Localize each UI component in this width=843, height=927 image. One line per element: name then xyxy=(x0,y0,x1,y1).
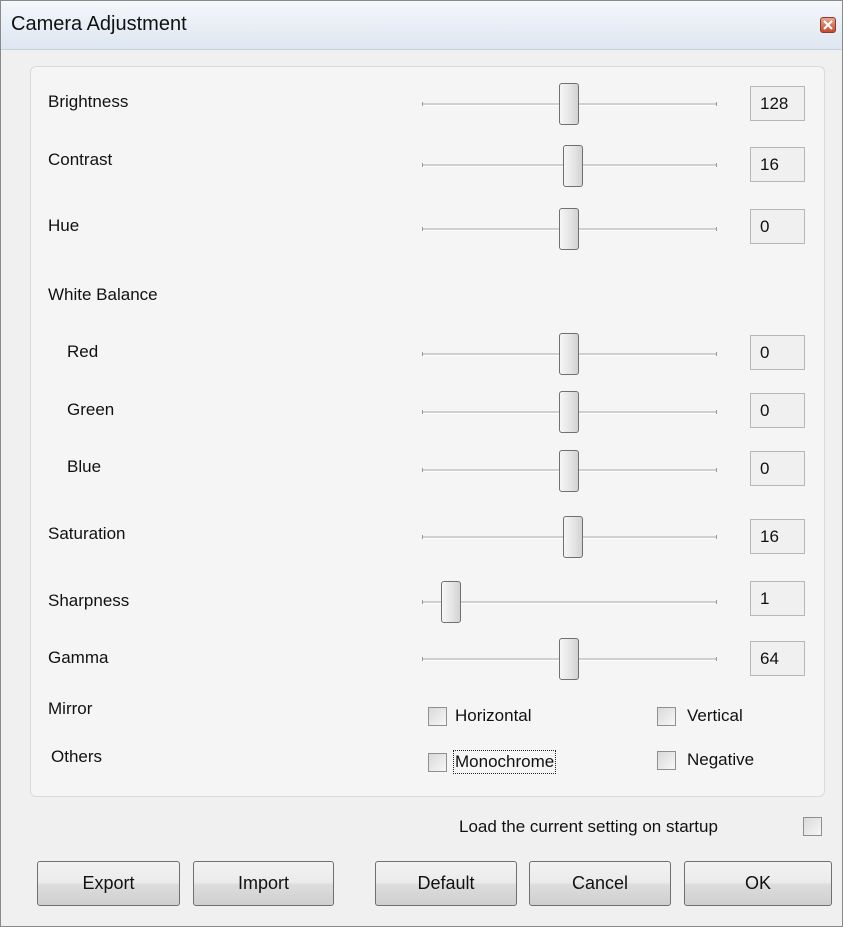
green-slider-thumb[interactable] xyxy=(559,391,579,433)
sharpness-label: Sharpness xyxy=(48,591,130,610)
red-label: Red xyxy=(67,342,99,361)
red-slider-thumb[interactable] xyxy=(559,333,579,375)
green-value[interactable]: 0 xyxy=(750,393,805,428)
saturation-value[interactable]: 16 xyxy=(750,519,805,554)
sharpness-slider-track[interactable] xyxy=(422,600,717,604)
brightness-label: Brightness xyxy=(48,92,129,111)
cancel-button[interactable]: Cancel xyxy=(529,861,671,906)
close-button[interactable] xyxy=(820,17,836,33)
horizontal-checkbox[interactable] xyxy=(428,707,447,726)
brightness-value[interactable]: 128 xyxy=(750,86,805,121)
blue-slider-thumb[interactable] xyxy=(559,450,579,492)
horizontal-checkbox-label[interactable]: Horizontal xyxy=(455,706,532,726)
close-icon xyxy=(823,20,833,30)
sharpness-value[interactable]: 1 xyxy=(750,581,805,616)
vertical-checkbox[interactable] xyxy=(657,707,676,726)
monochrome-checkbox[interactable] xyxy=(428,753,447,772)
negative-checkbox[interactable] xyxy=(657,751,676,770)
sharpness-slider-thumb[interactable] xyxy=(441,581,461,623)
import-button[interactable]: Import xyxy=(193,861,334,906)
settings-panel xyxy=(30,66,825,797)
gamma-label: Gamma xyxy=(48,648,109,667)
negative-checkbox-label[interactable]: Negative xyxy=(687,750,754,770)
blue-label: Blue xyxy=(67,457,102,476)
blue-value[interactable]: 0 xyxy=(750,451,805,486)
white-balance-label: White Balance xyxy=(48,285,158,304)
others-label: Others xyxy=(51,747,103,766)
vertical-checkbox-label[interactable]: Vertical xyxy=(687,706,743,726)
load-on-startup-label[interactable]: Load the current setting on startup xyxy=(459,817,718,837)
ok-button[interactable]: OK xyxy=(684,861,832,906)
hue-label: Hue xyxy=(48,216,80,235)
brightness-slider-thumb[interactable] xyxy=(559,83,579,125)
hue-value[interactable]: 0 xyxy=(750,209,805,244)
contrast-slider-thumb[interactable] xyxy=(563,145,583,187)
mirror-label: Mirror xyxy=(48,699,93,718)
load-on-startup-checkbox[interactable] xyxy=(803,817,822,836)
gamma-value[interactable]: 64 xyxy=(750,641,805,676)
saturation-label: Saturation xyxy=(48,524,126,543)
contrast-label: Contrast xyxy=(48,150,113,169)
contrast-value[interactable]: 16 xyxy=(750,147,805,182)
hue-slider-thumb[interactable] xyxy=(559,208,579,250)
saturation-slider-thumb[interactable] xyxy=(563,516,583,558)
export-button[interactable]: Export xyxy=(37,861,180,906)
window-title: Camera Adjustment xyxy=(11,13,187,35)
monochrome-checkbox-label[interactable]: Monochrome xyxy=(452,750,557,774)
camera-adjustment-dialog: Camera Adjustment Brightness 128 Contras… xyxy=(0,0,843,927)
title-bar: Camera Adjustment xyxy=(1,1,842,50)
red-value[interactable]: 0 xyxy=(750,335,805,370)
gamma-slider-thumb[interactable] xyxy=(559,638,579,680)
default-button[interactable]: Default xyxy=(375,861,517,906)
green-label: Green xyxy=(67,400,115,419)
